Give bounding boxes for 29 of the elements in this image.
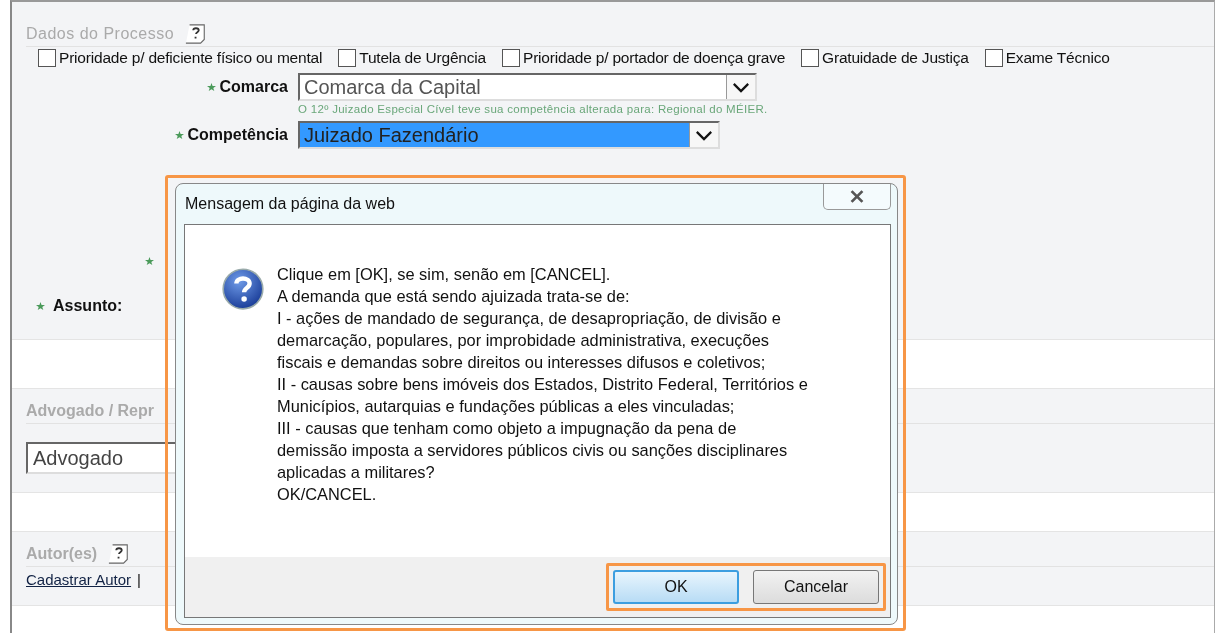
separator-text: | <box>137 571 141 588</box>
dropdown[interactable]: Comarca da Capital <box>298 73 757 101</box>
chevron-down-icon <box>695 129 713 141</box>
dialog-title: Mensagem da página da web <box>185 195 395 213</box>
field-label: Comarca <box>219 78 288 96</box>
checkbox-label: Gratuidade de Justiça <box>822 49 969 67</box>
selected-value: Juizado Fazendário <box>300 123 689 147</box>
close-button[interactable] <box>823 184 891 210</box>
dropdown[interactable]: Juizado Fazendário <box>298 121 720 149</box>
cancel-button[interactable]: Cancelar <box>753 570 879 604</box>
register-author-link[interactable]: Cadastrar Autor <box>26 571 132 588</box>
chevron-down-icon <box>732 81 750 93</box>
selected-value: Comarca da Capital <box>303 75 482 99</box>
checkbox[interactable] <box>502 49 520 67</box>
ok-button[interactable]: OK <box>613 570 739 604</box>
checkbox[interactable] <box>801 49 820 67</box>
close-icon <box>849 190 865 203</box>
dialog-message: Clique em [OK], se sim, senão em [CANCEL]. A demanda que está sendo ajuizada trata-se de: I - ações de mandado de segurança, de desapropriação, de divisão e demarcação, populares, por improbidade administrativa, execuções fiscais e demandas sobre direitos ou interesses difusos e coletivos; II - causas sobre bens imóveis dos Estados, Distrito Federal, Territórios e Municípios, autarquias e fundações públicas a eles vinculadas; III - causas que tenham como objeto a impugnação da pena de demissão imposta a servidores públicos civis ou sanções disciplinares aplicadas a militares? OK/CANCEL. <box>277 264 808 505</box>
checkbox[interactable] <box>984 49 1003 67</box>
checkbox[interactable] <box>338 49 357 67</box>
question-icon <box>221 267 265 311</box>
checkbox-label: Prioridade p/ portador de doença grave <box>523 49 786 67</box>
checkbox-label: Exame Técnico <box>1005 49 1110 67</box>
checkbox-label: Tutela de Urgência <box>359 49 486 67</box>
field-label: Competência <box>187 126 288 144</box>
checkbox-label: Prioridade p/ deficiente físico ou mental <box>59 49 323 67</box>
checkbox[interactable] <box>38 49 56 67</box>
hint-text: O 12º Juizado Especial Cível teve sua competência alterada para: Regional do MÉIER. <box>298 103 768 115</box>
field-label: Assunto: <box>53 297 123 315</box>
